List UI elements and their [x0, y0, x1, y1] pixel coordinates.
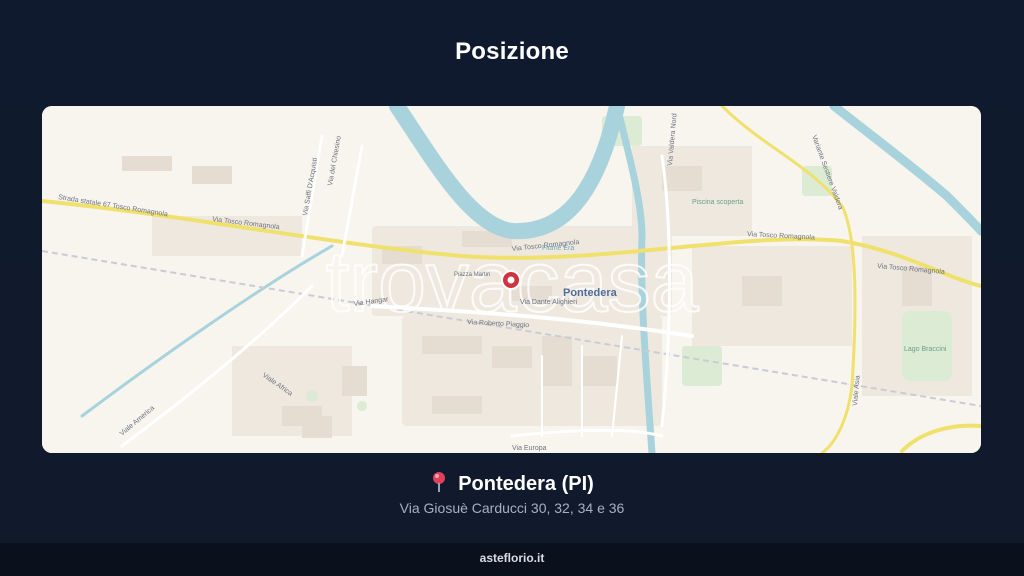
map-canvas: trovacasa Strada statale 67 Tosco Romagn…	[42, 106, 981, 453]
location-map[interactable]: trovacasa Strada statale 67 Tosco Romagn…	[42, 106, 981, 453]
poi-label: Piscina scoperta	[692, 199, 743, 206]
footer-site-link[interactable]: asteflorio.it	[480, 551, 545, 565]
location-heading: Pontedera (PI)	[0, 471, 1024, 496]
street-label: Via Dante Alighieri	[520, 299, 578, 306]
map-pin-icon	[430, 471, 448, 493]
location-city: Pontedera (PI)	[458, 473, 594, 495]
poi-label: Lago Braccini	[904, 346, 947, 353]
river-label: Fiume Era	[542, 245, 574, 252]
footer: asteflorio.it	[0, 543, 1024, 576]
page-title: Posizione	[455, 38, 569, 65]
location-address: Via Giosuè Carducci 30, 32, 34 e 36	[399, 500, 625, 516]
city-map-label: Pontedera	[563, 287, 618, 299]
location-marker-icon[interactable]	[501, 270, 521, 290]
square-label: Piazza Martiri	[454, 272, 490, 278]
street-label: Via Europa	[512, 445, 547, 452]
